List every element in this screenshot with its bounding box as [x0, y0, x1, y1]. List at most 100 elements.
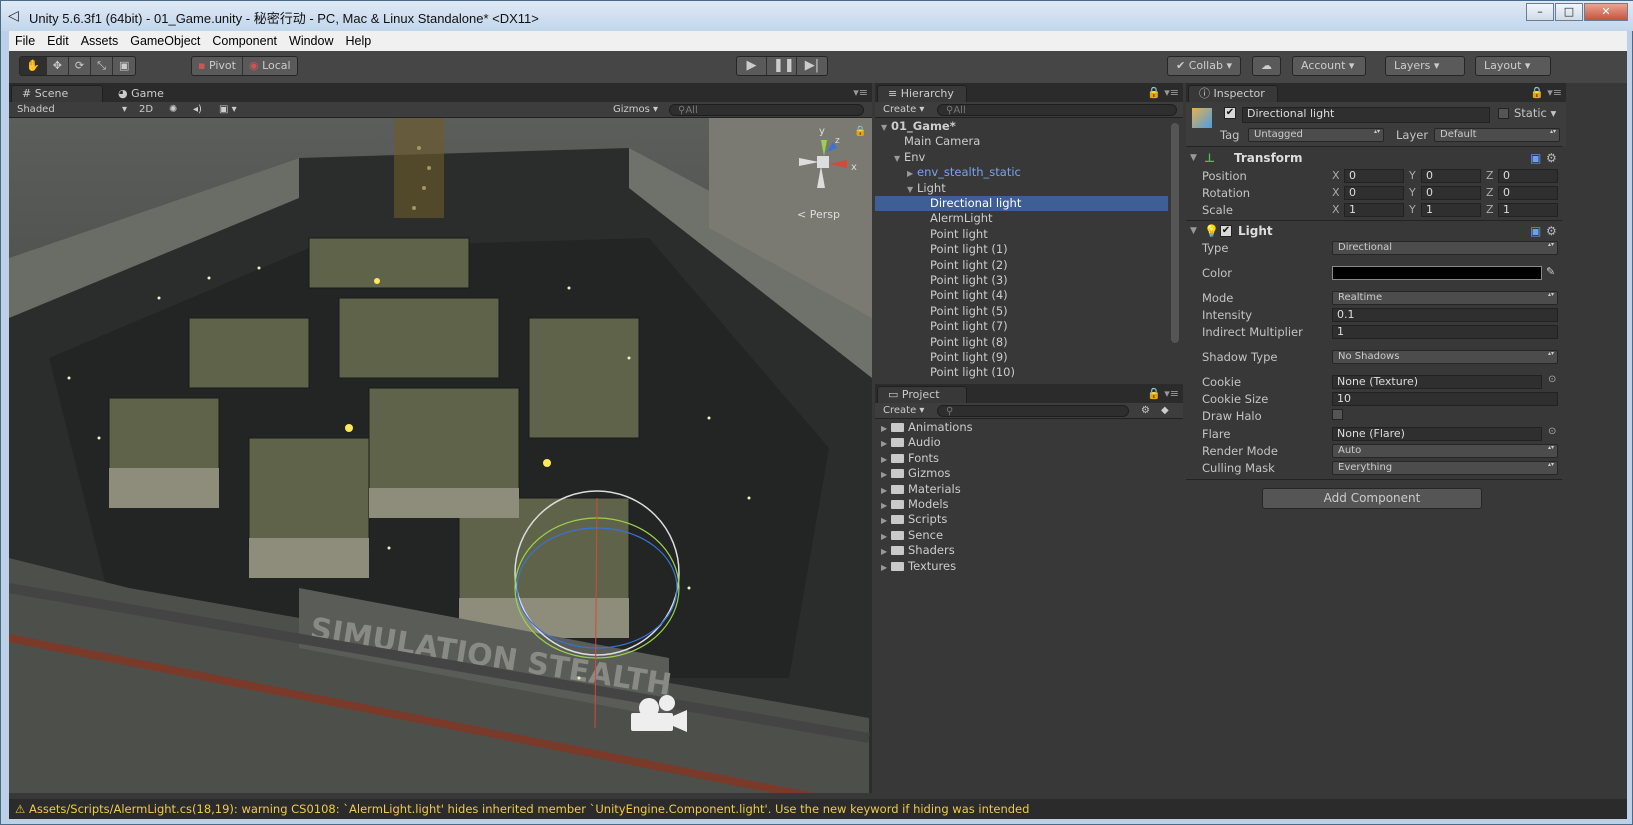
hierarchy-row[interactable]: Point light (4) — [875, 288, 1168, 303]
hierarchy-row[interactable]: Point light — [875, 227, 1168, 242]
rotation-z-field[interactable]: 0 — [1498, 186, 1558, 200]
hierarchy-row[interactable]: Main Camera — [875, 134, 1168, 149]
menu-assets[interactable]: Assets — [81, 34, 119, 48]
collapsed-arrow-icon[interactable]: ▶ — [881, 513, 891, 528]
indirect-multiplier-field[interactable]: 1 — [1332, 325, 1558, 339]
hierarchy-row[interactable]: ▼ Env — [875, 150, 1168, 165]
project-menu-icon[interactable]: 🔒 ▾≡ — [1147, 387, 1179, 400]
scene-viewport[interactable]: SIMULATION STEALTH y x z 🔒 < Persp — [9, 118, 872, 793]
render-mode-dropdown[interactable]: Auto — [1332, 444, 1558, 458]
eyedropper-icon[interactable]: ✎ — [1546, 265, 1555, 278]
draw-halo-checkbox[interactable] — [1332, 409, 1343, 420]
hierarchy-row[interactable]: Point light (7) — [875, 319, 1168, 334]
expanded-arrow-icon[interactable]: ▼ — [881, 120, 891, 135]
effects-toggle-icon[interactable]: ▣ ▾ — [215, 103, 241, 117]
local-toggle[interactable]: ◉ Local — [243, 57, 297, 75]
hierarchy-search-input[interactable]: ⚲All — [937, 104, 1177, 116]
minimize-button[interactable]: – — [1526, 3, 1554, 21]
type-dropdown[interactable]: Directional — [1332, 241, 1558, 255]
collapsed-arrow-icon[interactable]: ▶ — [881, 421, 891, 436]
position-x-field[interactable]: 0 — [1344, 169, 1404, 183]
collapsed-arrow-icon[interactable]: ▶ — [881, 498, 891, 513]
cookie-picker-icon[interactable]: ⊙ — [1548, 374, 1556, 385]
menu-help[interactable]: Help — [345, 34, 371, 48]
light-header[interactable]: ▼ 💡 ✔ Light ▣ ⚙ — [1186, 222, 1562, 240]
gizmos-dropdown[interactable]: Gizmos ▾ — [609, 103, 662, 117]
hierarchy-row[interactable]: Point light (5) — [875, 304, 1168, 319]
menu-window[interactable]: Window — [289, 34, 333, 48]
static-checkbox[interactable] — [1498, 108, 1509, 119]
folder-item[interactable]: ▶ Animations — [875, 420, 973, 435]
pause-button[interactable]: ❚❚ — [767, 57, 797, 75]
hierarchy-row[interactable]: Point light (10) — [875, 365, 1168, 380]
rotation-x-field[interactable]: 0 — [1344, 186, 1404, 200]
color-swatch[interactable] — [1332, 266, 1542, 280]
collapsed-arrow-icon[interactable]: ▶ — [881, 467, 891, 482]
orientation-gizmo[interactable]: y x z — [789, 126, 859, 196]
layer-dropdown[interactable]: Default — [1434, 128, 1560, 142]
panel-menu-icon[interactable]: ▾≡ — [853, 86, 868, 99]
projection-toggle[interactable]: < Persp — [797, 208, 840, 221]
scale-x-field[interactable]: 1 — [1344, 203, 1404, 217]
project-create-dropdown[interactable]: Create ▾ — [879, 404, 928, 418]
hierarchy-row[interactable]: Point light (3) — [875, 273, 1168, 288]
cloud-button[interactable]: ☁ — [1252, 56, 1281, 76]
collapsed-arrow-icon[interactable]: ▶ — [881, 544, 891, 559]
light-settings-gear-icon[interactable]: ⚙ — [1546, 222, 1557, 240]
tab-scene[interactable]: # Scene — [11, 85, 103, 102]
folder-item[interactable]: ▶ Textures — [875, 559, 956, 574]
hierarchy-row[interactable]: Directional light — [875, 196, 1168, 211]
rotate-tool-icon[interactable]: ⟳ — [69, 57, 92, 75]
hierarchy-row[interactable]: ▼ Light — [875, 181, 1168, 196]
hand-tool-icon[interactable]: ✋ — [20, 57, 47, 75]
hierarchy-row[interactable]: ▼ 01_Game* — [875, 119, 1168, 134]
account-dropdown[interactable]: Account ▾ — [1292, 56, 1366, 76]
folder-item[interactable]: ▶ Audio — [875, 435, 941, 450]
light-help-icon[interactable]: ▣ — [1530, 222, 1541, 240]
flare-field[interactable]: None (Flare) — [1332, 427, 1542, 441]
folder-item[interactable]: ▶ Sence — [875, 528, 943, 543]
hierarchy-menu-icon[interactable]: 🔒 ▾≡ — [1147, 86, 1179, 99]
mode-dropdown[interactable]: Realtime — [1332, 291, 1558, 305]
flare-picker-icon[interactable]: ⊙ — [1548, 426, 1556, 437]
hierarchy-row[interactable]: Point light (1) — [875, 242, 1168, 257]
cookie-field[interactable]: None (Texture) — [1332, 375, 1542, 389]
hierarchy-scrollbar[interactable] — [1171, 123, 1179, 343]
rotation-y-field[interactable]: 0 — [1421, 186, 1481, 200]
menu-edit[interactable]: Edit — [47, 34, 69, 48]
tab-hierarchy[interactable]: ≡ Hierarchy — [877, 85, 967, 102]
shadow-type-dropdown[interactable]: No Shadows — [1332, 350, 1558, 364]
folder-item[interactable]: ▶ Shaders — [875, 543, 955, 558]
transform-header[interactable]: ▼ ⊥ Transform ▣ ⚙ — [1186, 149, 1562, 167]
expanded-arrow-icon[interactable]: ▼ — [907, 182, 917, 197]
filter-type-icon[interactable]: ⚙ — [1137, 404, 1154, 418]
scale-tool-icon[interactable]: ⤡ — [91, 57, 113, 75]
folder-item[interactable]: ▶ Gizmos — [875, 466, 950, 481]
cookie-size-field[interactable]: 10 — [1332, 392, 1558, 406]
menu-gameobject[interactable]: GameObject — [130, 34, 200, 48]
light-enabled-checkbox[interactable]: ✔ — [1220, 225, 1232, 237]
audio-toggle-icon[interactable]: ◂) — [189, 103, 206, 117]
folder-item[interactable]: ▶ Fonts — [875, 451, 939, 466]
inspector-menu-icon[interactable]: 🔒 ▾≡ — [1530, 86, 1562, 99]
collapsed-arrow-icon[interactable]: ▶ — [881, 436, 891, 451]
collapsed-arrow-icon[interactable]: ▶ — [881, 529, 891, 544]
scene-search-input[interactable]: ⚲All — [669, 104, 864, 116]
scale-z-field[interactable]: 1 — [1498, 203, 1558, 217]
play-button[interactable]: ▶ — [737, 57, 767, 75]
collapsed-arrow-icon[interactable]: ▶ — [881, 452, 891, 467]
hierarchy-row[interactable]: ▶ env_stealth_static — [875, 165, 1168, 180]
step-button[interactable]: ▶| — [797, 57, 827, 75]
project-search-input[interactable]: ⚲ — [937, 405, 1129, 417]
lighting-toggle-icon[interactable]: ✺ — [165, 103, 181, 117]
filter-label-icon[interactable]: ◆ — [1157, 404, 1173, 418]
rect-tool-icon[interactable]: ▣ — [113, 57, 135, 75]
tab-inspector[interactable]: ⓘ Inspector — [1188, 85, 1278, 102]
scale-y-field[interactable]: 1 — [1421, 203, 1481, 217]
hierarchy-row[interactable]: AlermLight — [875, 211, 1168, 226]
pivot-toggle[interactable]: ▪ Pivot — [192, 57, 243, 75]
lock-icon[interactable]: 🔒 — [854, 126, 866, 137]
settings-gear-icon[interactable]: ⚙ — [1546, 149, 1557, 167]
tag-dropdown[interactable]: Untagged — [1248, 128, 1384, 142]
folder-item[interactable]: ▶ Materials — [875, 482, 961, 497]
